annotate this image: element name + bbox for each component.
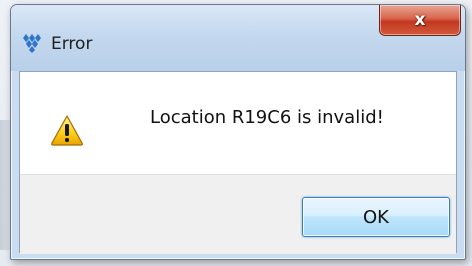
dialog-title: Error	[51, 34, 93, 54]
button-bar: OK	[20, 174, 456, 254]
error-message: Location R19C6 is invalid!	[150, 107, 384, 128]
close-button[interactable]: x	[379, 5, 461, 36]
ok-button[interactable]: OK	[302, 197, 450, 237]
close-icon: x	[414, 10, 426, 30]
message-area: Location R19C6 is invalid!	[20, 72, 456, 174]
error-dialog: Error x Location R19C6 is invalid! OK	[10, 4, 466, 260]
app-logo-icon	[23, 34, 41, 53]
title-bar[interactable]: Error x	[11, 5, 465, 71]
warning-icon	[51, 115, 83, 146]
dialog-content: Location R19C6 is invalid! OK	[19, 71, 457, 254]
